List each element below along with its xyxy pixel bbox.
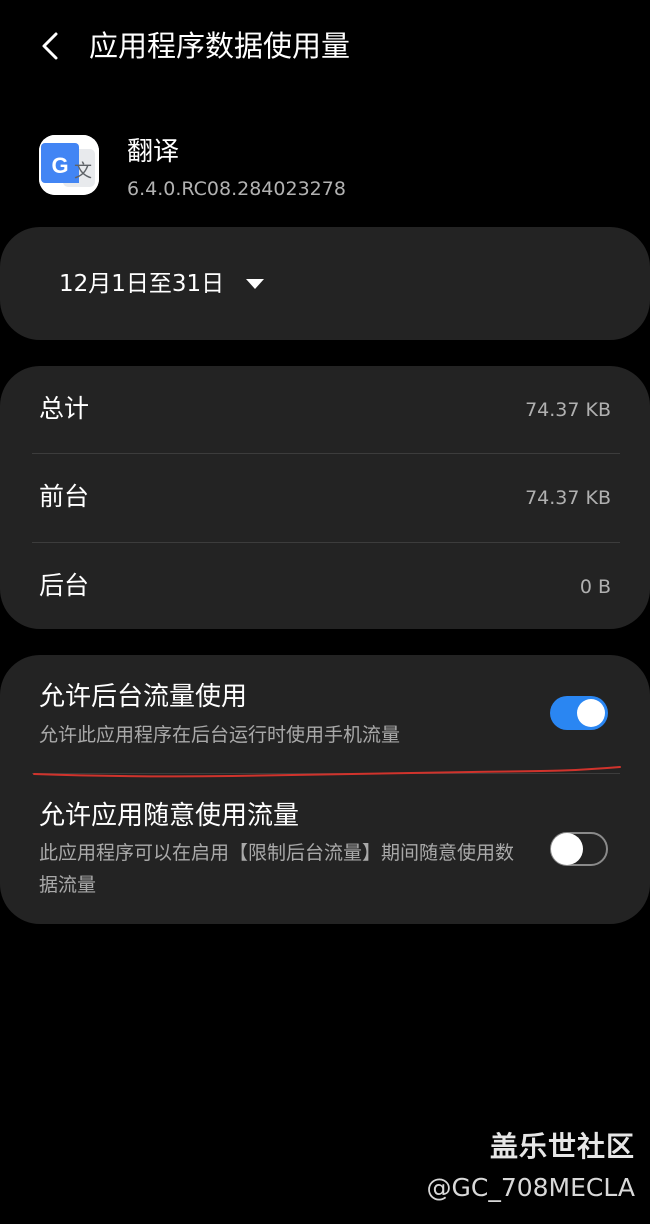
svg-text:文: 文: [74, 161, 92, 182]
setting-title: 允许应用随意使用流量: [39, 801, 300, 831]
toggle-knob: [577, 699, 605, 727]
usage-label: 后台: [39, 571, 90, 600]
allow-unrestricted-data-toggle[interactable]: [550, 832, 608, 866]
data-settings-card: 允许后台流量使用 允许此应用程序在后台运行时使用手机流量 允许应用随意使用流量 …: [0, 655, 650, 924]
app-version: 6.4.0.RC08.284023278: [127, 178, 346, 200]
page-title: 应用程序数据使用量: [89, 29, 351, 63]
usage-row-background: 后台 0 B: [0, 543, 650, 631]
google-translate-icon: G 文: [39, 135, 99, 195]
usage-value: 74.37 KB: [525, 399, 611, 421]
triangle-down-icon: [245, 278, 265, 290]
watermark-user: @GC_708MECLA: [426, 1173, 635, 1202]
date-range-dropdown[interactable]: 12月1日至31日: [59, 263, 265, 305]
red-underline-annotation: [33, 766, 621, 778]
app-name: 翻译: [127, 137, 180, 167]
setting-description: 此应用程序可以在启用【限制后台流量】期间随意使用数据流量: [39, 842, 515, 896]
setting-allow-background-data[interactable]: 允许后台流量使用 允许此应用程序在后台运行时使用手机流量: [0, 655, 650, 772]
usage-summary-card: 总计 74.37 KB 前台 74.37 KB 后台 0 B: [0, 366, 650, 629]
setting-description: 允许此应用程序在后台运行时使用手机流量: [39, 724, 401, 746]
app-info: G 文 翻译 6.4.0.RC08.284023278: [0, 125, 650, 215]
usage-value: 0 B: [579, 576, 611, 598]
usage-label: 前台: [39, 482, 90, 511]
watermark-brand: 盖乐世社区: [489, 1130, 635, 1163]
chevron-left-icon: [42, 32, 58, 60]
date-range-label: 12月1日至31日: [59, 271, 225, 297]
back-button[interactable]: [30, 22, 70, 70]
setting-allow-unrestricted-data[interactable]: 允许应用随意使用流量 此应用程序可以在启用【限制后台流量】期间随意使用数据流量: [0, 774, 650, 924]
usage-label: 总计: [39, 394, 90, 423]
usage-value: 74.37 KB: [525, 487, 611, 509]
top-app-bar: 应用程序数据使用量: [0, 0, 650, 95]
usage-row-foreground: 前台 74.37 KB: [0, 454, 650, 542]
toggle-knob: [551, 833, 583, 865]
setting-title: 允许后台流量使用: [39, 682, 248, 712]
allow-background-data-toggle[interactable]: [550, 696, 608, 730]
usage-row-total: 总计 74.37 KB: [0, 366, 650, 454]
svg-text:G: G: [51, 153, 68, 178]
date-range-card: 12月1日至31日: [0, 227, 650, 340]
